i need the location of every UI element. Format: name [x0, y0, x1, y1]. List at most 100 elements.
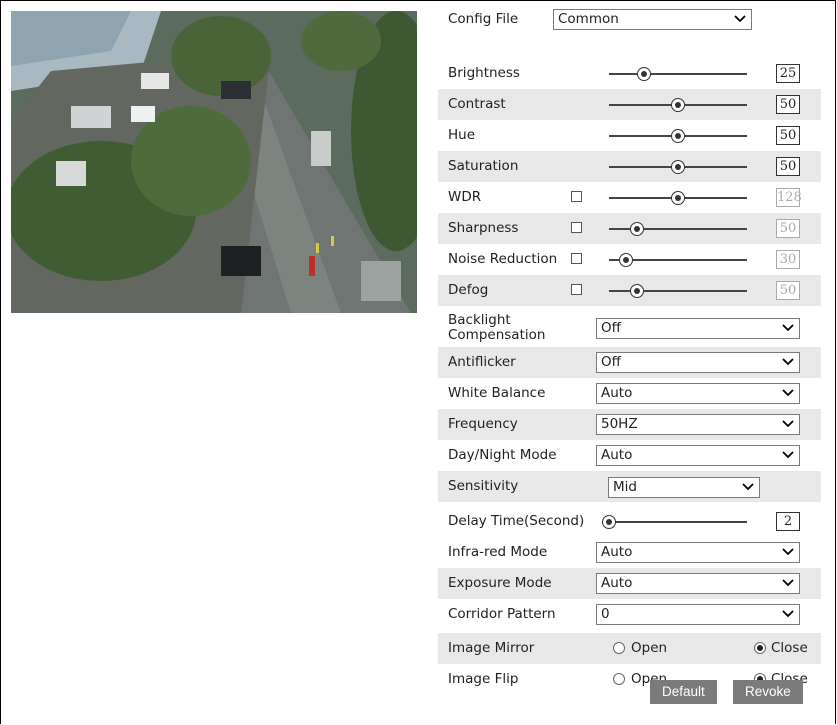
- row-day-night: Day/Night Mode Auto: [438, 440, 821, 471]
- chevron-down-icon: [782, 579, 794, 587]
- row-defog: Defog 50: [438, 275, 821, 306]
- chevron-down-icon: [782, 420, 794, 428]
- noise-reduction-enable-checkbox[interactable]: [571, 253, 582, 264]
- contrast-slider-thumb[interactable]: [671, 98, 685, 112]
- frequency-select[interactable]: 50HZ: [596, 414, 800, 435]
- backlight-label: Backlight Compensation: [448, 312, 546, 343]
- saturation-label: Saturation: [448, 158, 519, 174]
- sharpness-value[interactable]: 50: [776, 219, 800, 238]
- row-exposure: Exposure Mode Auto: [438, 568, 821, 599]
- chevron-down-icon: [782, 389, 794, 397]
- wdr-enable-checkbox[interactable]: [571, 191, 582, 202]
- chevron-down-icon: [734, 15, 746, 23]
- antiflicker-label: Antiflicker: [448, 354, 516, 370]
- sharpness-label: Sharpness: [448, 220, 519, 236]
- row-noise-reduction: Noise Reduction 30: [438, 244, 821, 275]
- corridor-label: Corridor Pattern: [448, 606, 556, 622]
- saturation-slider-thumb[interactable]: [671, 160, 685, 174]
- brightness-slider-thumb[interactable]: [636, 67, 651, 81]
- row-delay-time: Delay Time(Second) 2: [438, 506, 821, 537]
- defog-value[interactable]: 50: [776, 281, 800, 300]
- noise-reduction-label: Noise Reduction: [448, 251, 558, 267]
- wdr-value[interactable]: 128: [776, 188, 802, 207]
- row-contrast: Contrast 50: [438, 89, 821, 120]
- day-night-label: Day/Night Mode: [448, 447, 557, 463]
- delay-slider-track[interactable]: [609, 521, 747, 523]
- noise-reduction-slider-thumb[interactable]: [618, 253, 633, 267]
- row-backlight: Backlight Compensation Off: [438, 312, 821, 347]
- infrared-select[interactable]: Auto: [596, 542, 800, 563]
- exposure-value: Auto: [601, 575, 633, 591]
- row-infrared: Infra-red Mode Auto: [438, 537, 821, 568]
- sharpness-enable-checkbox[interactable]: [571, 222, 582, 233]
- chevron-down-icon: [742, 483, 754, 491]
- contrast-value[interactable]: 50: [776, 95, 800, 114]
- row-corridor: Corridor Pattern 0: [438, 599, 821, 630]
- hue-label: Hue: [448, 127, 476, 143]
- revoke-button[interactable]: Revoke: [733, 680, 803, 704]
- frequency-value: 50HZ: [601, 416, 638, 432]
- row-wdr: WDR 128: [438, 182, 821, 213]
- config-file-value: Common: [558, 11, 619, 27]
- wdr-slider-thumb[interactable]: [671, 191, 685, 205]
- config-file-label: Config File: [448, 11, 519, 27]
- image-mirror-label: Image Mirror: [448, 640, 535, 656]
- mirror-close-label: Close: [771, 640, 808, 656]
- sensitivity-select[interactable]: Mid: [608, 477, 760, 498]
- row-frequency: Frequency 50HZ: [438, 409, 821, 440]
- image-flip-label: Image Flip: [448, 671, 519, 687]
- delay-time-value[interactable]: 2: [776, 512, 800, 531]
- defog-slider-thumb[interactable]: [629, 284, 644, 298]
- row-sensitivity: Sensitivity Mid: [438, 471, 821, 502]
- exposure-label: Exposure Mode: [448, 575, 552, 591]
- config-file-select[interactable]: Common: [553, 9, 752, 30]
- brightness-label: Brightness: [448, 65, 520, 81]
- white-balance-select[interactable]: Auto: [596, 383, 800, 404]
- chevron-down-icon: [782, 324, 794, 332]
- delay-time-label: Delay Time(Second): [448, 513, 585, 529]
- image-settings-panel: Config File Common Brightness 25 Contrast 5…: [438, 1, 821, 725]
- sharpness-slider-thumb[interactable]: [629, 222, 644, 236]
- wdr-label: WDR: [448, 189, 482, 205]
- backlight-select[interactable]: Off: [596, 318, 800, 339]
- noise-reduction-value[interactable]: 30: [776, 250, 800, 269]
- frequency-label: Frequency: [448, 416, 518, 432]
- settings-frame: Config File Common Brightness 25 Contrast 5…: [0, 0, 836, 724]
- infrared-label: Infra-red Mode: [448, 544, 548, 560]
- hue-slider-thumb[interactable]: [671, 129, 685, 143]
- antiflicker-select[interactable]: Off: [596, 352, 800, 373]
- brightness-value[interactable]: 25: [776, 64, 800, 83]
- row-hue: Hue 50: [438, 120, 821, 151]
- default-button[interactable]: Default: [650, 680, 717, 704]
- backlight-value: Off: [601, 320, 621, 336]
- row-white-balance: White Balance Auto: [438, 378, 821, 409]
- brightness-slider-track[interactable]: [609, 73, 747, 75]
- contrast-label: Contrast: [448, 96, 506, 112]
- defog-label: Defog: [448, 282, 489, 298]
- corridor-select[interactable]: 0: [596, 604, 800, 625]
- defog-enable-checkbox[interactable]: [571, 284, 582, 295]
- mirror-open-label: Open: [631, 640, 668, 656]
- exposure-select[interactable]: Auto: [596, 573, 800, 594]
- sensitivity-label: Sensitivity: [448, 478, 519, 494]
- white-balance-label: White Balance: [448, 385, 546, 401]
- row-antiflicker: Antiflicker Off: [438, 347, 821, 378]
- camera-preview-image: [11, 11, 417, 313]
- sensitivity-value: Mid: [613, 479, 637, 495]
- white-balance-value: Auto: [601, 385, 633, 401]
- mirror-open-radio[interactable]: [613, 642, 625, 654]
- day-night-select[interactable]: Auto: [596, 445, 800, 466]
- antiflicker-value: Off: [601, 354, 621, 370]
- row-brightness: Brightness 25: [438, 58, 821, 89]
- delay-slider-thumb[interactable]: [602, 515, 616, 529]
- mirror-close-radio[interactable]: [754, 642, 766, 654]
- corridor-value: 0: [601, 606, 610, 622]
- chevron-down-icon: [782, 451, 794, 459]
- hue-value[interactable]: 50: [776, 126, 800, 145]
- chevron-down-icon: [782, 610, 794, 618]
- saturation-value[interactable]: 50: [776, 157, 800, 176]
- chevron-down-icon: [782, 548, 794, 556]
- flip-open-radio[interactable]: [613, 673, 625, 685]
- row-image-mirror: Image Mirror Open Close: [438, 633, 821, 664]
- infrared-value: Auto: [601, 544, 633, 560]
